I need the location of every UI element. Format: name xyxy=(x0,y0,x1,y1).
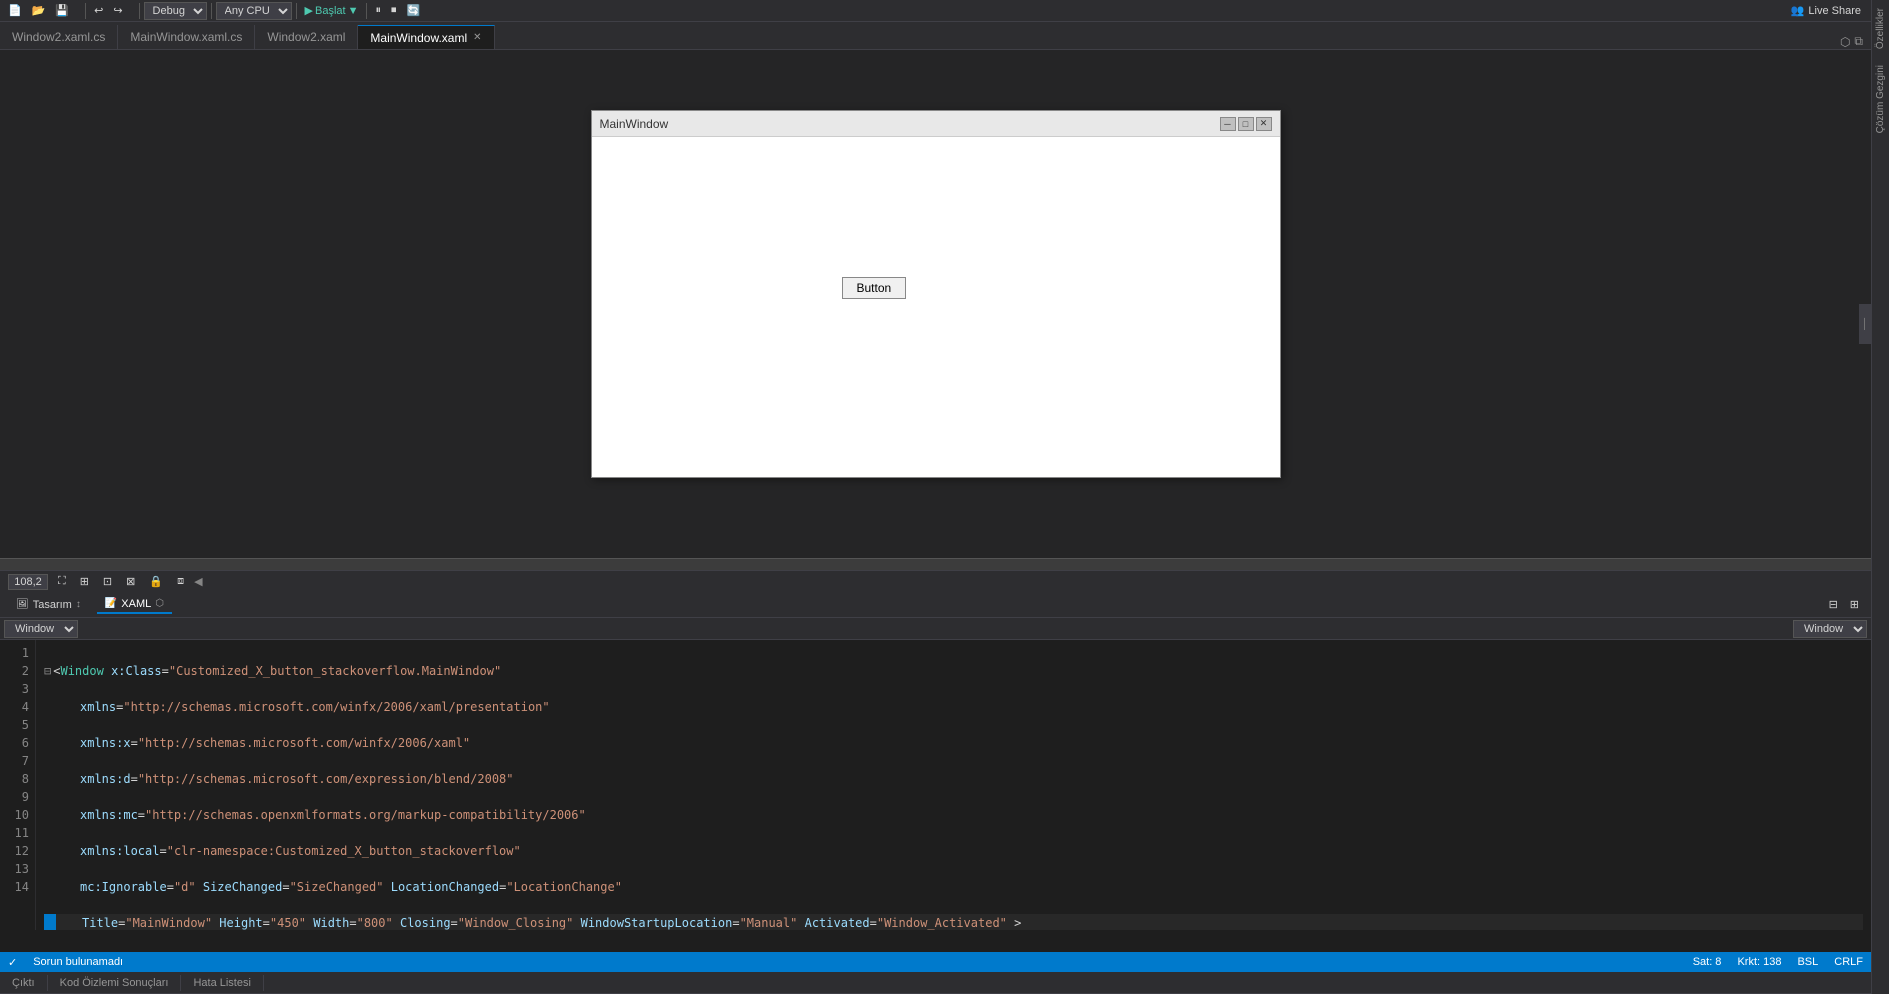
sep1 xyxy=(85,3,86,19)
status-col: Krkt: 138 xyxy=(1737,956,1781,968)
xaml-right-icons: ⊟ ⊞ xyxy=(1825,597,1863,612)
save-btn[interactable]: 💾 xyxy=(51,3,73,18)
sep4 xyxy=(296,3,297,19)
stop-btn[interactable]: ⏹ xyxy=(387,3,401,18)
bottom-tabs-row: Çıktı Kod Öizlemi Sonuçları Hata Listesi xyxy=(0,972,1871,994)
code-content: ⊟<Window x:Class="Customized_X_button_st… xyxy=(36,640,1871,930)
designer-xaml-bar: 🖼 Tasarım ↕ 📝 XAML ⬡ ⊟ ⊞ xyxy=(0,592,1871,618)
split-v-btn[interactable]: ⊞ xyxy=(1846,597,1863,612)
code-line-5: xmlns:mc="http://schemas.openxmlformats.… xyxy=(44,806,1863,824)
preview-titlebar: MainWindow ─ □ ✕ xyxy=(592,111,1280,137)
status-line-ending: CRLF xyxy=(1834,956,1863,968)
zoom-grid-btn[interactable]: ⊞ xyxy=(76,574,93,589)
zoom-expand-btn[interactable]: ⛶ xyxy=(54,574,70,589)
cpu-dropdown[interactable]: Any CPU xyxy=(216,2,292,20)
code-line-6: xmlns:local="clr-namespace:Customized_X_… xyxy=(44,842,1863,860)
active-line-indicator xyxy=(44,914,56,930)
code-line-4: xmlns:d="http://schemas.microsoft.com/ex… xyxy=(44,770,1863,788)
code-line-1: ⊟<Window x:Class="Customized_X_button_st… xyxy=(44,662,1863,680)
expand-icon[interactable]: ⬡ xyxy=(1840,35,1850,49)
sidebar-ozellikler[interactable]: Özellikler xyxy=(1875,4,1886,53)
status-error-icon: ✓ xyxy=(8,956,17,969)
designer-preview: MainWindow ─ □ ✕ Button xyxy=(591,110,1281,510)
start-button[interactable]: ▶ Başlat ▼ xyxy=(301,3,363,18)
redo-btn[interactable]: ↪ xyxy=(109,3,126,18)
tab-window2-cs[interactable]: Window2.xaml.cs xyxy=(0,25,118,49)
element-left-dropdown[interactable]: Window xyxy=(4,620,78,638)
xaml-tab-btn[interactable]: 📝 XAML ⬡ xyxy=(97,596,172,614)
preview-maximize-btn[interactable]: □ xyxy=(1238,117,1254,131)
zoom-arrow[interactable]: ◀ xyxy=(194,575,202,588)
code-line-2: xmlns="http://schemas.microsoft.com/winf… xyxy=(44,698,1863,716)
undo-btn[interactable]: ↩ xyxy=(90,3,107,18)
code-lines-container: 1 2 3 4 5 6 7 8 9 10 11 12 13 14 ⊟<Windo… xyxy=(0,640,1871,930)
top-toolbar: 📄 📂 💾 ↩ ↪ Debug Any CPU ▶ Başlat ▼ ⏸ ⏹ 🔄… xyxy=(0,0,1871,22)
element-right-dropdown[interactable]: Window xyxy=(1793,620,1867,638)
sidebar-gezgin[interactable]: Çözüm Gezgini xyxy=(1875,61,1886,137)
bottom-tab-output[interactable]: Çıktı xyxy=(0,975,48,991)
sep5 xyxy=(366,3,367,19)
pause-btn[interactable]: ⏸ xyxy=(371,3,385,18)
preview-close-btn[interactable]: ✕ xyxy=(1256,117,1272,131)
sep2 xyxy=(139,3,140,19)
tabs-right-icons: ⬡ ⧉ xyxy=(1832,34,1871,49)
status-row: Sat: 8 xyxy=(1693,956,1722,968)
preview-button[interactable]: Button xyxy=(842,277,907,299)
preview-minimize-btn[interactable]: ─ xyxy=(1220,117,1236,131)
design-tab-btn[interactable]: 🖼 Tasarım ↕ xyxy=(8,597,89,613)
code-editor[interactable]: 1 2 3 4 5 6 7 8 9 10 11 12 13 14 ⊟<Windo… xyxy=(0,640,1871,952)
sep3 xyxy=(211,3,212,19)
element-selector-bar: Window Window xyxy=(0,618,1871,640)
editor-tabs: Window2.xaml.cs MainWindow.xaml.cs Windo… xyxy=(0,22,1871,50)
file-tools: 📄 📂 💾 xyxy=(4,3,73,18)
open-btn[interactable]: 📂 xyxy=(28,3,50,18)
preview-title: MainWindow xyxy=(600,117,1220,131)
edit-tools: ↩ ↪ xyxy=(90,3,126,18)
tab-window2-xaml[interactable]: Window2.xaml xyxy=(255,25,358,49)
zoom-snap-btn[interactable]: ⊠ xyxy=(122,574,139,589)
tab-close-icon[interactable]: ✕ xyxy=(473,32,481,43)
resize-handle-right[interactable]: │ xyxy=(1859,304,1871,344)
new-file-btn[interactable]: 📄 xyxy=(4,3,26,18)
status-right: Sat: 8 Krkt: 138 BSL CRLF xyxy=(1693,956,1863,968)
line-numbers: 1 2 3 4 5 6 7 8 9 10 11 12 13 14 xyxy=(0,640,36,930)
preview-window-chrome: MainWindow ─ □ ✕ Button xyxy=(591,110,1281,478)
design-surface: MainWindow ─ □ ✕ Button │ xyxy=(0,50,1871,558)
tab-mainwindow-cs[interactable]: MainWindow.xaml.cs xyxy=(118,25,255,49)
bottom-tab-code[interactable]: Kod Öizlemi Sonuçları xyxy=(48,975,182,991)
zoom-bar: ⛶ ⊞ ⊡ ⊠ 🔒 ⧈ ◀ xyxy=(0,570,1871,592)
status-encoding: BSL xyxy=(1797,956,1818,968)
debug-tools: ⏸ ⏹ 🔄 xyxy=(371,3,424,18)
split-h-btn[interactable]: ⊟ xyxy=(1825,597,1842,612)
right-sidebar: Özellikler Çözüm Gezgini xyxy=(1871,0,1889,994)
code-line-3: xmlns:x="http://schemas.microsoft.com/wi… xyxy=(44,734,1863,752)
code-line-8: Title="MainWindow" Height="450" Width="8… xyxy=(44,914,1863,930)
live-share-button[interactable]: 👥 Live Share xyxy=(1785,3,1867,18)
zoom-fit-btn[interactable]: ⊡ xyxy=(99,574,116,589)
zoom-ruler-btn[interactable]: ⧈ xyxy=(173,574,188,589)
debug-dropdown[interactable]: Debug xyxy=(144,2,207,20)
split-icon[interactable]: ⧉ xyxy=(1854,34,1863,49)
restart-btn[interactable]: 🔄 xyxy=(402,3,424,18)
expand-1[interactable]: ⊟ xyxy=(44,662,51,680)
zoom-input[interactable] xyxy=(8,574,48,590)
status-bar: ✓ Sorun bulunamadı Sat: 8 Krkt: 138 BSL … xyxy=(0,952,1871,972)
status-error-text: Sorun bulunamadı xyxy=(33,956,123,968)
preview-window-controls: ─ □ ✕ xyxy=(1220,117,1272,131)
scrollbar-horizontal[interactable] xyxy=(0,558,1871,570)
zoom-lock-btn[interactable]: 🔒 xyxy=(145,574,167,589)
code-line-7: mc:Ignorable="d" SizeChanged="SizeChange… xyxy=(44,878,1863,896)
preview-window-body: Button xyxy=(592,137,1280,477)
tab-mainwindow-xaml[interactable]: MainWindow.xaml ✕ xyxy=(358,25,494,49)
bottom-tab-errors[interactable]: Hata Listesi xyxy=(181,975,263,991)
